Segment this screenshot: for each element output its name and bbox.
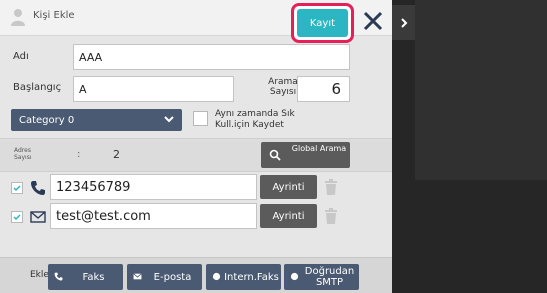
add-contact-panel: Kişi Ekle Kayıt Adı AAA Başlangıç A Aram…: [0, 0, 392, 293]
address-checkbox[interactable]: [11, 211, 23, 223]
trash-icon[interactable]: [324, 208, 338, 224]
chevron-down-icon: [164, 116, 174, 123]
add-email-label: E-posta: [153, 271, 192, 283]
save-frequent-checkbox[interactable]: [193, 111, 208, 126]
initial-label: Başlangıç: [13, 82, 62, 93]
global-search-button[interactable]: Global Arama: [261, 142, 350, 168]
globe-icon: [290, 272, 299, 281]
add-fax-button[interactable]: Faks: [48, 264, 123, 290]
trash-icon[interactable]: [324, 179, 338, 195]
category-value: Category 0: [19, 114, 75, 126]
address-count-label: Adres Sayısı: [14, 147, 32, 161]
detail-button[interactable]: Ayrinti: [260, 175, 317, 199]
colon-separator: :: [77, 149, 81, 160]
checkmark-icon: [13, 214, 21, 221]
chevron-right-icon: [400, 17, 407, 28]
add-email-button[interactable]: E-posta: [127, 264, 202, 290]
email-address-field[interactable]: test@test.com: [50, 203, 257, 229]
phone-number-field[interactable]: 123456789: [50, 174, 257, 200]
envelope-icon: [30, 211, 46, 223]
page-title: Kişi Ekle: [33, 10, 75, 21]
add-fax-label: Faks: [82, 271, 105, 283]
address-row: test@test.com Ayrinti: [0, 202, 392, 232]
address-checkbox[interactable]: [11, 182, 23, 194]
panel-header: Kişi Ekle Kayıt: [0, 0, 392, 43]
search-count-input[interactable]: 6: [297, 76, 350, 102]
name-label: Adı: [13, 51, 29, 62]
address-row: 123456789 Ayrinti: [0, 173, 392, 203]
person-icon: [11, 9, 25, 26]
phone-icon: [31, 181, 45, 195]
address-count-bar: Adres Sayısı : 2 Global Arama: [0, 138, 392, 172]
name-input[interactable]: AAA: [73, 44, 350, 70]
phone-icon: [54, 272, 63, 281]
close-icon: [363, 11, 383, 31]
add-direct-smtp-button[interactable]: Doğrudan SMTP: [284, 264, 359, 290]
add-direct-smtp-label: Doğrudan SMTP: [304, 266, 355, 288]
add-internet-fax-label: Intern.Faks: [224, 271, 279, 283]
detail-button[interactable]: Ayrinti: [260, 204, 317, 228]
add-label: Ekle: [30, 270, 49, 280]
side-panel-toggle[interactable]: [392, 5, 415, 40]
address-count-value: 2: [113, 148, 120, 161]
add-internet-fax-button[interactable]: Intern.Faks: [206, 264, 281, 290]
save-button-highlight: Kayıt: [291, 3, 354, 43]
initial-input[interactable]: A: [73, 76, 234, 102]
save-frequent-label: Aynı zamanda Sık Kull.için Kaydet: [215, 109, 295, 130]
global-search-label: Global Arama: [291, 144, 347, 153]
search-icon: [269, 149, 281, 161]
globe-icon: [212, 272, 221, 281]
close-button[interactable]: [358, 6, 388, 36]
envelope-icon: [133, 273, 142, 280]
background-panel: [415, 0, 547, 180]
add-address-bar: Ekle Faks E-posta Intern.Faks Doğrudan S…: [0, 257, 392, 293]
save-button[interactable]: Kayıt: [297, 9, 348, 37]
checkmark-icon: [13, 185, 21, 192]
category-dropdown[interactable]: Category 0: [11, 109, 182, 131]
